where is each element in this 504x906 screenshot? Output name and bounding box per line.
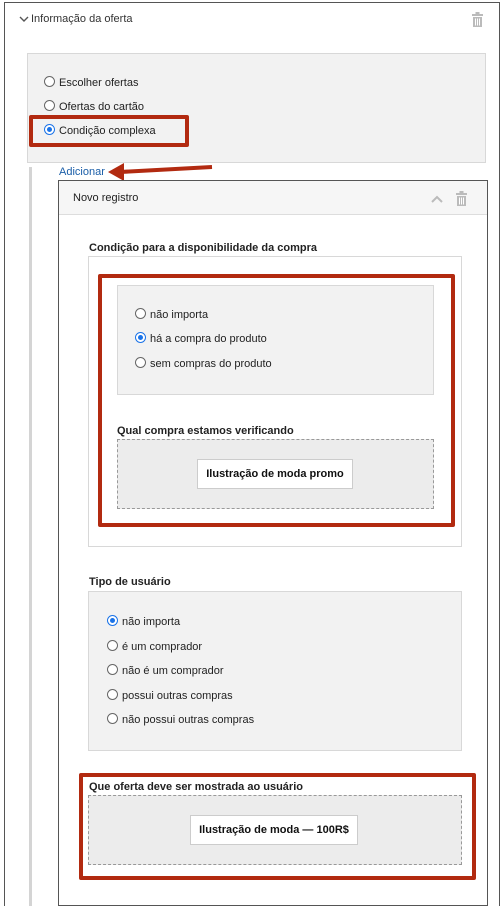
- offer-type-option[interactable]: Ofertas do cartão: [44, 100, 144, 113]
- radio-button[interactable]: [107, 640, 118, 651]
- trash-icon[interactable]: [455, 191, 468, 206]
- user-type-option[interactable]: não possui outras compras: [107, 713, 254, 726]
- radio-button[interactable]: [107, 689, 118, 700]
- radio-button[interactable]: [44, 76, 55, 87]
- purchase-condition-title: Condição para a disponibilidade da compr…: [89, 242, 317, 254]
- user-type-option[interactable]: é um comprador: [107, 640, 202, 653]
- chevron-down-icon[interactable]: [19, 14, 29, 24]
- highlight-frame: [79, 773, 476, 880]
- nesting-guide: [29, 167, 32, 906]
- radio-button[interactable]: [107, 713, 118, 724]
- section-title[interactable]: Informação da oferta: [31, 13, 133, 25]
- user-type-option[interactable]: não é um comprador: [107, 664, 224, 677]
- radio-button[interactable]: [107, 664, 118, 675]
- radio-button[interactable]: [44, 100, 55, 111]
- user-type-title: Tipo de usuário: [89, 576, 171, 588]
- record-title: Novo registro: [73, 192, 139, 204]
- user-type-option[interactable]: possui outras compras: [107, 689, 233, 702]
- user-type-option-selected[interactable]: não importa: [107, 615, 180, 628]
- offer-type-option[interactable]: Escolher ofertas: [44, 76, 138, 89]
- highlight-frame: [29, 115, 189, 147]
- radio-button[interactable]: [107, 615, 118, 626]
- arrow-left-icon: [108, 163, 213, 181]
- chevron-up-icon[interactable]: [431, 194, 443, 204]
- highlight-frame: [98, 274, 455, 527]
- trash-icon[interactable]: [471, 12, 484, 27]
- add-link[interactable]: Adicionar: [59, 166, 105, 178]
